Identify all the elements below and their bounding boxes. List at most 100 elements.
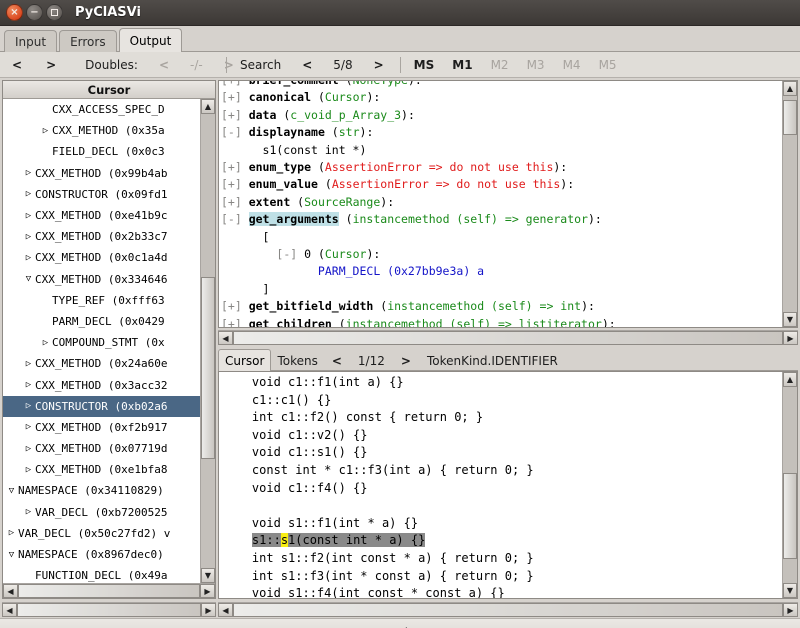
tree-row[interactable]: ▷ COMPOUND_STMT (0x [3, 332, 200, 353]
token-prev-button[interactable]: < [324, 351, 350, 371]
tree-row[interactable]: ▽ NAMESPACE (0x8967dec0) [3, 544, 200, 565]
tab-output[interactable]: Output [118, 28, 183, 52]
expand-triangle-right-icon[interactable]: ▷ [22, 211, 35, 221]
tree-scroll-track[interactable] [201, 114, 215, 568]
source-line[interactable]: void s1::f1(int * a) {} [223, 515, 778, 533]
left-bottom-thumb[interactable] [17, 603, 201, 617]
source-scroll-up-icon[interactable]: ▲ [783, 372, 797, 387]
tree-scroll-thumb[interactable] [201, 277, 215, 460]
expand-triangle-right-icon[interactable]: ▷ [22, 359, 35, 369]
source-vertical-scrollbar[interactable]: ▲ ▼ [782, 372, 797, 598]
source-horizontal-scrollbar[interactable]: ◀ ▶ [218, 602, 798, 617]
memory-slot-2-button[interactable]: M2 [482, 58, 518, 72]
expand-triangle-down-icon[interactable]: ▽ [5, 550, 18, 560]
output-vertical-scrollbar[interactable]: ▲ ▼ [782, 81, 797, 327]
tree-row[interactable]: ▷ CXX_METHOD (0xe1bfa8 [3, 459, 200, 480]
attribute-line[interactable]: [+] enum_value (AssertionError => do not… [221, 176, 780, 193]
attribute-line[interactable]: [-] get_arguments (instancemethod (self)… [221, 211, 780, 228]
attribute-line[interactable]: [+] get_children (instancemethod (self) … [221, 316, 780, 327]
maximize-window-button[interactable] [46, 4, 63, 21]
expand-triangle-right-icon[interactable]: ▷ [5, 528, 18, 538]
expand-triangle-right-icon[interactable]: ▷ [39, 126, 52, 136]
source-line[interactable]: c1::c1() {} [223, 392, 778, 410]
memory-slot-3-button[interactable]: M3 [518, 58, 554, 72]
tree-row[interactable]: ▷ CXX_METHOD (0x2b33c7 [3, 226, 200, 247]
token-next-button[interactable]: > [393, 351, 419, 371]
attribute-line[interactable]: [ [221, 229, 780, 246]
tree-row[interactable]: ▷ CXX_METHOD (0xf2b917 [3, 417, 200, 438]
attribute-line[interactable]: [+] extent (SourceRange): [221, 194, 780, 211]
tree-row[interactable]: ▷ CXX_METHOD (0xe41b9c [3, 205, 200, 226]
expand-triangle-right-icon[interactable]: ▷ [22, 189, 35, 199]
left-bottom-scroll-left-icon[interactable]: ◀ [2, 603, 17, 617]
attribute-line[interactable]: s1(const int *) [221, 142, 780, 159]
tree-vertical-scrollbar[interactable]: ▲ ▼ [200, 99, 215, 583]
output-horizontal-scrollbar[interactable]: ◀ ▶ [218, 330, 798, 345]
attribute-line[interactable]: [+] canonical (Cursor): [221, 89, 780, 106]
memory-slot-1-button[interactable]: M1 [443, 58, 481, 72]
source-scroll-left-icon[interactable]: ◀ [218, 603, 233, 617]
source-line[interactable]: void c1::v2() {} [223, 427, 778, 445]
tree-row[interactable]: ▷ CXX_METHOD (0x07719d [3, 438, 200, 459]
expand-triangle-down-icon[interactable]: ▽ [22, 274, 35, 284]
tab-errors[interactable]: Errors [59, 30, 117, 52]
tab-input[interactable]: Input [4, 30, 58, 52]
expand-triangle-right-icon[interactable]: ▷ [22, 232, 35, 242]
expand-triangle-right-icon[interactable]: ▷ [39, 338, 52, 348]
left-bottom-track[interactable] [17, 603, 201, 617]
source-hscroll-thumb[interactable] [233, 603, 783, 617]
expand-triangle-right-icon[interactable]: ▷ [22, 168, 35, 178]
tree-horizontal-scrollbar[interactable]: ◀ ▶ [3, 583, 215, 598]
source-line[interactable]: int s1::f2(int const * a) { return 0; } [223, 550, 778, 568]
tree-row[interactable]: TYPE_REF (0xfff63 [3, 290, 200, 311]
tree-row[interactable]: ▷ VAR_DECL (0x50c27fd2) v [3, 523, 200, 544]
quit-button[interactable]: Quit [0, 618, 800, 628]
source-hscroll-track[interactable] [233, 603, 783, 617]
cursor-attributes-text[interactable]: [+] brief_comment (NoneType):[+] canonic… [219, 81, 782, 327]
memory-slot-4-button[interactable]: M4 [554, 58, 590, 72]
search-prev-button[interactable]: < [290, 58, 324, 72]
attribute-line[interactable]: [+] get_bitfield_width (instancemethod (… [221, 298, 780, 315]
tree-row[interactable]: ▽ CXX_METHOD (0x334646 [3, 269, 200, 290]
close-window-button[interactable]: × [6, 4, 23, 21]
tab-tokens[interactable]: Tokens [271, 351, 323, 371]
expand-triangle-down-icon[interactable]: ▽ [5, 486, 18, 496]
attribute-line[interactable]: [-] 0 (Cursor): [221, 246, 780, 263]
source-line[interactable]: void c1::s1() {} [223, 444, 778, 462]
attribute-line[interactable]: [+] data (c_void_p_Array_3): [221, 107, 780, 124]
history-back-button[interactable]: < [0, 58, 34, 72]
tree-hscroll-track[interactable] [18, 584, 200, 598]
tree-row[interactable]: ▽ NAMESPACE (0x34110829) [3, 480, 200, 501]
output-scroll-up-icon[interactable]: ▲ [783, 81, 797, 96]
source-line[interactable]: const int * c1::f3(int a) { return 0; } [223, 462, 778, 480]
expand-triangle-right-icon[interactable]: ▷ [22, 253, 35, 263]
history-forward-button[interactable]: > [34, 58, 68, 72]
tree-row[interactable]: ▷ VAR_DECL (0xb7200525 [3, 502, 200, 523]
tree-row[interactable]: PARM_DECL (0x0429 [3, 311, 200, 332]
tree-row[interactable]: ▷ CXX_METHOD (0x0c1a4d [3, 247, 200, 268]
tree-row-container[interactable]: CXX_ACCESS_SPEC_D ▷ CXX_METHOD (0x35a FIELD… [3, 99, 200, 583]
source-line[interactable]: s1::s1(const int * a) {} [223, 532, 778, 550]
source-scroll-track[interactable] [783, 387, 797, 583]
output-scroll-track[interactable] [783, 96, 797, 312]
expand-triangle-right-icon[interactable]: ▷ [22, 401, 35, 411]
source-line[interactable]: void c1::f1(int a) {} [223, 374, 778, 392]
minimize-window-button[interactable]: − [26, 4, 43, 21]
tree-row[interactable]: ▷ CXX_METHOD (0x99b4ab [3, 163, 200, 184]
tree-row[interactable]: CXX_ACCESS_SPEC_D [3, 99, 200, 120]
tree-scroll-right-icon[interactable]: ▶ [200, 584, 215, 598]
tree-scroll-left-icon[interactable]: ◀ [3, 584, 18, 598]
expand-triangle-right-icon[interactable]: ▷ [22, 507, 35, 517]
tree-row[interactable]: ▷ CONSTRUCTOR (0x09fd1 [3, 184, 200, 205]
tree-row[interactable]: ▷ CXX_METHOD (0x3acc32 [3, 374, 200, 395]
output-scroll-left-icon[interactable]: ◀ [218, 331, 233, 345]
tree-scroll-up-icon[interactable]: ▲ [201, 99, 215, 114]
expand-triangle-right-icon[interactable]: ▷ [22, 422, 35, 432]
output-hscroll-thumb[interactable] [233, 331, 783, 345]
attribute-line[interactable]: PARM_DECL (0x27bb9e3a) a [221, 263, 780, 280]
source-line[interactable] [223, 497, 778, 515]
tab-cursor[interactable]: Cursor [218, 349, 272, 371]
output-scroll-right-icon[interactable]: ▶ [783, 331, 798, 345]
left-bottom-hscrollbar[interactable]: ◀ ▶ [2, 602, 216, 617]
memory-store-button[interactable]: MS [405, 58, 444, 72]
